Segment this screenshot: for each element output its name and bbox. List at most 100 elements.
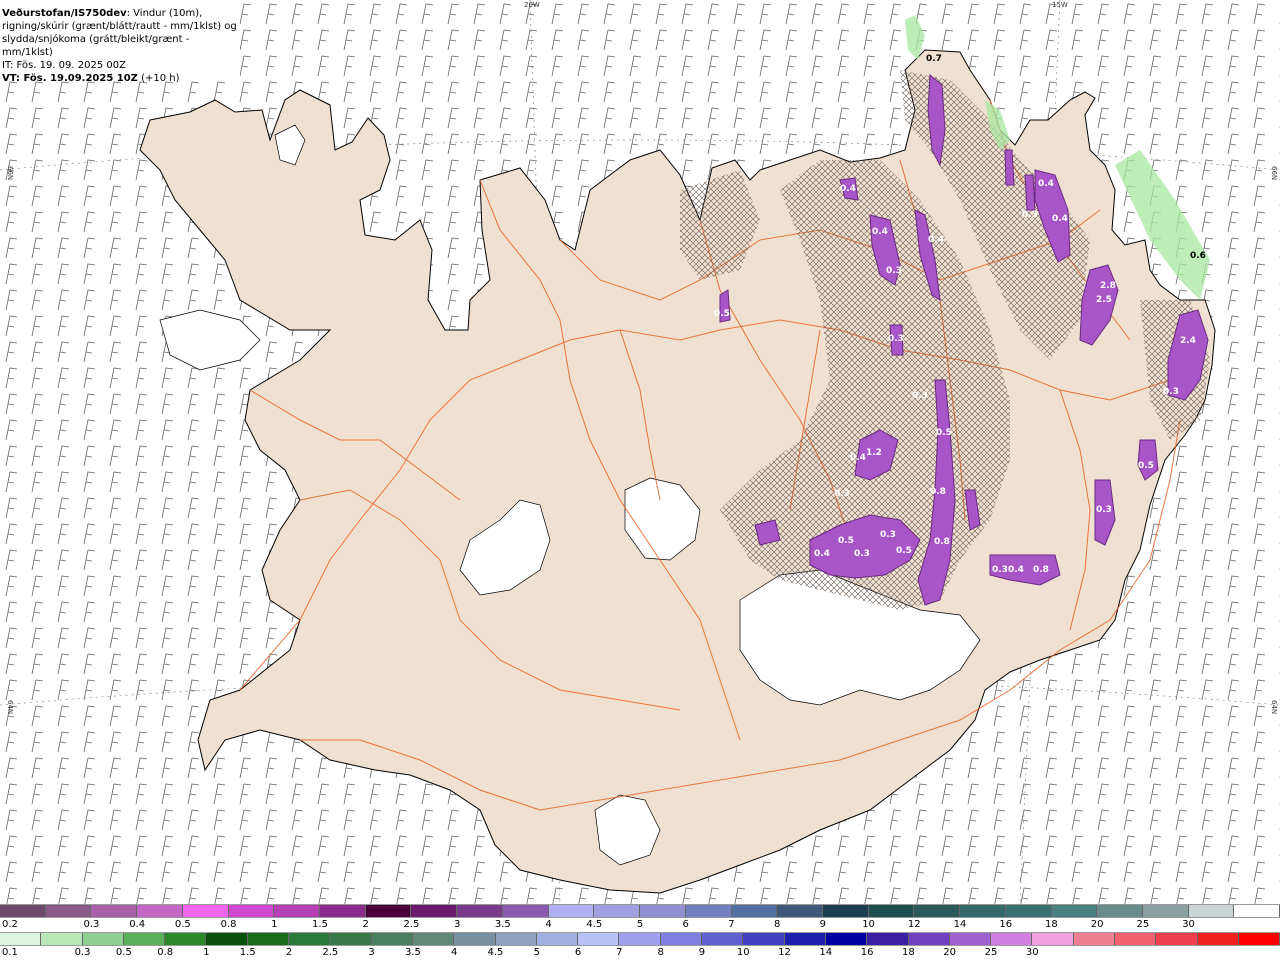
lat-label-64n-right: 64N: [1270, 700, 1278, 714]
legend-swatch: [247, 933, 290, 945]
lon-label-20w: 20W: [524, 1, 540, 9]
legend-label: 4.5: [586, 919, 603, 930]
legend-swatch: [960, 905, 1006, 917]
map-value: 0.8: [934, 537, 950, 547]
map-value: 0.3: [1096, 505, 1112, 515]
legend-swatch: [411, 905, 458, 917]
legend-swatch: [1005, 905, 1052, 917]
legend-label: 14: [953, 919, 967, 930]
legend-swatch: [454, 933, 496, 945]
weather-map: 20W 15W 66N 66N 64N 64N 0.7 0.6 0.4 0.4 …: [0, 0, 1280, 904]
legend-label: 1: [271, 919, 278, 930]
snow-legend-bar: [0, 904, 1280, 918]
map-value: 0.3: [992, 565, 1008, 575]
legend-swatch: [743, 933, 785, 945]
map-value: 0.4: [1008, 565, 1024, 575]
legend-label: 16: [860, 947, 874, 958]
map-value: 0.4: [928, 235, 944, 245]
legend-label: 30: [1025, 947, 1039, 958]
legend-swatch: [1188, 905, 1235, 917]
legend-label: 10: [862, 919, 875, 930]
map-value: 0.3: [854, 549, 870, 559]
lat-label-64n-left: 64N: [6, 700, 14, 714]
legend-swatch: [274, 905, 321, 917]
map-value: 0.8: [1033, 565, 1049, 575]
legend-swatch: [731, 905, 778, 917]
snow-legend: 0.2 0.3 0.4 0.5 0.8 1 1.5 2 2.5 3 3.5 4 4.5 5 6 7 8 9 10 12…: [0, 904, 1280, 932]
legend-label: 0.5: [115, 947, 132, 958]
legend-label: 12: [778, 947, 791, 958]
legend-swatch: [1238, 933, 1280, 945]
legend-label: 6: [574, 947, 582, 958]
legend-swatch: [1156, 933, 1198, 945]
map-value: 0.5: [896, 546, 912, 556]
legend-swatch: [0, 905, 46, 917]
map-description-line3: slydda/snjókoma (grátt/bleikt/grænt - mm…: [2, 34, 190, 58]
map-title-box: Veðurstofan/IS750dev: Vindur (10m), rign…: [0, 0, 240, 84]
legend-label: 20: [943, 947, 957, 958]
legend-label: 4: [451, 947, 458, 958]
legend-swatch: [660, 933, 703, 945]
legend-label: 2.5: [322, 947, 339, 958]
map-source: Veðurstofan/IS750dev: [2, 8, 127, 19]
legend-swatch: [1142, 905, 1189, 917]
map-value: 0.5: [1138, 461, 1154, 471]
map-value: 0.3: [912, 391, 928, 401]
init-time: IT: Fös. 19. 09. 2025 00Z: [2, 60, 126, 71]
legend-label: 0.5: [174, 919, 191, 930]
legend-swatch: [495, 933, 537, 945]
legend-label: 4: [545, 919, 552, 930]
legend-label: 2: [362, 919, 369, 930]
legend-label: 8: [773, 919, 781, 930]
legend-label: 0.8: [220, 919, 237, 930]
legend-swatch: [914, 905, 961, 917]
legend-label: 0.4: [129, 919, 146, 930]
valid-time: VT: Fös. 19.09.2025 10Z: [2, 73, 138, 84]
legend-swatch: [45, 905, 92, 917]
legend-label: 8: [657, 947, 664, 958]
legend-label: 2.5: [403, 919, 420, 930]
lat-label-66n-right: 66N: [1270, 166, 1278, 180]
map-value: 2.8: [1100, 281, 1116, 291]
legend-swatch: [619, 933, 661, 945]
legend-swatch: [548, 905, 595, 917]
legend-label: 3: [453, 919, 461, 930]
legend-swatch: [228, 905, 275, 917]
map-value: 0.4: [1038, 179, 1054, 189]
legend-label: 12: [907, 919, 921, 930]
map-value: 0.3: [834, 489, 850, 499]
legend-label: 1.5: [239, 947, 256, 958]
legend-swatch: [1234, 905, 1280, 917]
rain-legend-labels: 0.1 0.3 0.5 0.8 1 1.5 2 2.5 3 3.5 4 4.5 5 6 7 8 9 10 12 14 1…: [0, 946, 1280, 960]
legend-swatch: [949, 933, 992, 945]
legend-label: 14: [819, 947, 833, 958]
map-value: 2.5: [1096, 295, 1112, 305]
map-value: 0.4: [850, 453, 866, 463]
rain-legend-bar: [0, 932, 1280, 946]
map-value: 0.3: [886, 266, 902, 276]
legend-swatch: [868, 905, 915, 917]
map-value: 0.5: [936, 428, 952, 438]
legend-label: 5: [636, 919, 644, 930]
legend-label: 25: [984, 947, 998, 958]
legend-swatch: [784, 933, 826, 945]
legend-swatch: [137, 905, 183, 917]
map-value: 0.8: [930, 487, 946, 497]
legend-label: 7: [728, 919, 735, 930]
legend-label: 0.8: [157, 947, 174, 958]
legend-label: 3.5: [494, 919, 511, 930]
snow-legend-labels: 0.2 0.3 0.4 0.5 0.8 1 1.5 2 2.5 3 3.5 4 4.5 5 6 7 8 9 10 12…: [0, 918, 1280, 932]
legend-label: 5: [533, 947, 540, 958]
legend-label: 1.5: [312, 919, 328, 930]
map-description: : Vindur (10m),: [126, 8, 203, 19]
map-value: 0.5: [714, 309, 730, 319]
legend-label: 6: [682, 919, 689, 930]
legend-swatch: [640, 905, 686, 917]
legend-swatch: [1051, 905, 1098, 917]
lat-label-66n-left: 66N: [6, 166, 14, 180]
legend-label: 18: [1045, 919, 1058, 930]
legend-label: 30: [1182, 919, 1195, 930]
map-value: 0.4: [840, 184, 856, 194]
legend-label: 9: [698, 947, 706, 958]
legend-swatch: [1097, 905, 1143, 917]
